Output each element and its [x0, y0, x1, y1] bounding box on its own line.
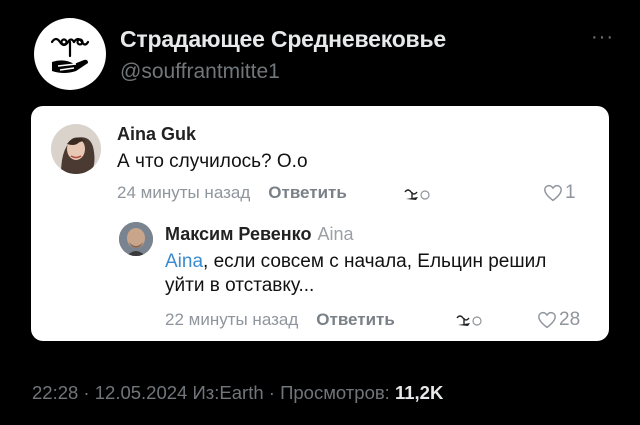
comment-maxim: Максим Ревенко Aina Aina, если совсем с н…	[31, 216, 609, 341]
comment-time: 22 минуты назад	[165, 310, 299, 329]
comment-text: Aina, если совсем с начала, Ельцин решил…	[165, 250, 585, 298]
post-date[interactable]: 12.05.2024	[95, 382, 188, 403]
user-handle[interactable]: @souffrantmitte1	[120, 60, 280, 84]
comment-text: А что случилось? О.о	[117, 151, 308, 172]
separator: ·	[78, 382, 95, 403]
like-button[interactable]: 1	[543, 182, 576, 204]
display-name[interactable]: Страдающее Средневековье	[120, 26, 446, 53]
like-count: 1	[565, 182, 576, 203]
avatar[interactable]	[34, 18, 106, 90]
heart-icon	[544, 184, 562, 202]
reply-button[interactable]: Ответить	[316, 310, 395, 329]
avatar[interactable]	[119, 222, 153, 256]
medieval-hand-flower-logo	[50, 37, 90, 73]
embedded-screenshot-card: Aina Guk А что случилось? О.о 24 минуты …	[31, 106, 609, 341]
mention-link[interactable]: Aina	[165, 251, 203, 272]
reply-button[interactable]: Ответить	[268, 183, 347, 202]
views-count[interactable]: 11,2K	[395, 382, 443, 403]
woman-portrait-icon	[61, 137, 95, 174]
comment-meta: 24 минуты назад Ответить	[117, 183, 347, 203]
post-source: Из:Earth	[192, 382, 264, 403]
separator: ·	[263, 382, 281, 403]
comment-aina: Aina Guk А что случилось? О.о 24 минуты …	[31, 106, 609, 216]
like-count: 28	[559, 309, 581, 330]
comment-author[interactable]: Максим Ревенко Aina	[165, 224, 353, 245]
more-dots-icon[interactable]: ···	[591, 26, 614, 49]
post-time[interactable]: 22:28	[32, 382, 78, 403]
comment-author-name[interactable]: Максим Ревенко	[165, 224, 311, 244]
comment-author[interactable]: Aina Guk	[117, 124, 196, 145]
tweet-footer: 22:28 · 12.05.2024 Из:Earth · Просмотров…	[32, 382, 443, 404]
medieval-hand-flower-icon	[404, 189, 430, 200]
reply-to-name[interactable]: Aina	[317, 224, 353, 244]
comment-meta: 22 минуты назад Ответить	[165, 310, 395, 330]
comment-time: 24 минуты назад	[117, 183, 251, 202]
comment-text-body: , если совсем с начала, Ельцин решил уйт…	[165, 251, 547, 296]
avatar[interactable]	[51, 124, 101, 174]
like-button[interactable]: 28	[537, 309, 580, 331]
man-portrait-icon	[119, 222, 153, 256]
medieval-hand-flower-icon	[456, 315, 482, 326]
views-label: Просмотров:	[280, 382, 395, 403]
tweet-header: Страдающее Средневековье @souffrantmitte…	[34, 18, 614, 90]
heart-icon	[538, 311, 556, 329]
